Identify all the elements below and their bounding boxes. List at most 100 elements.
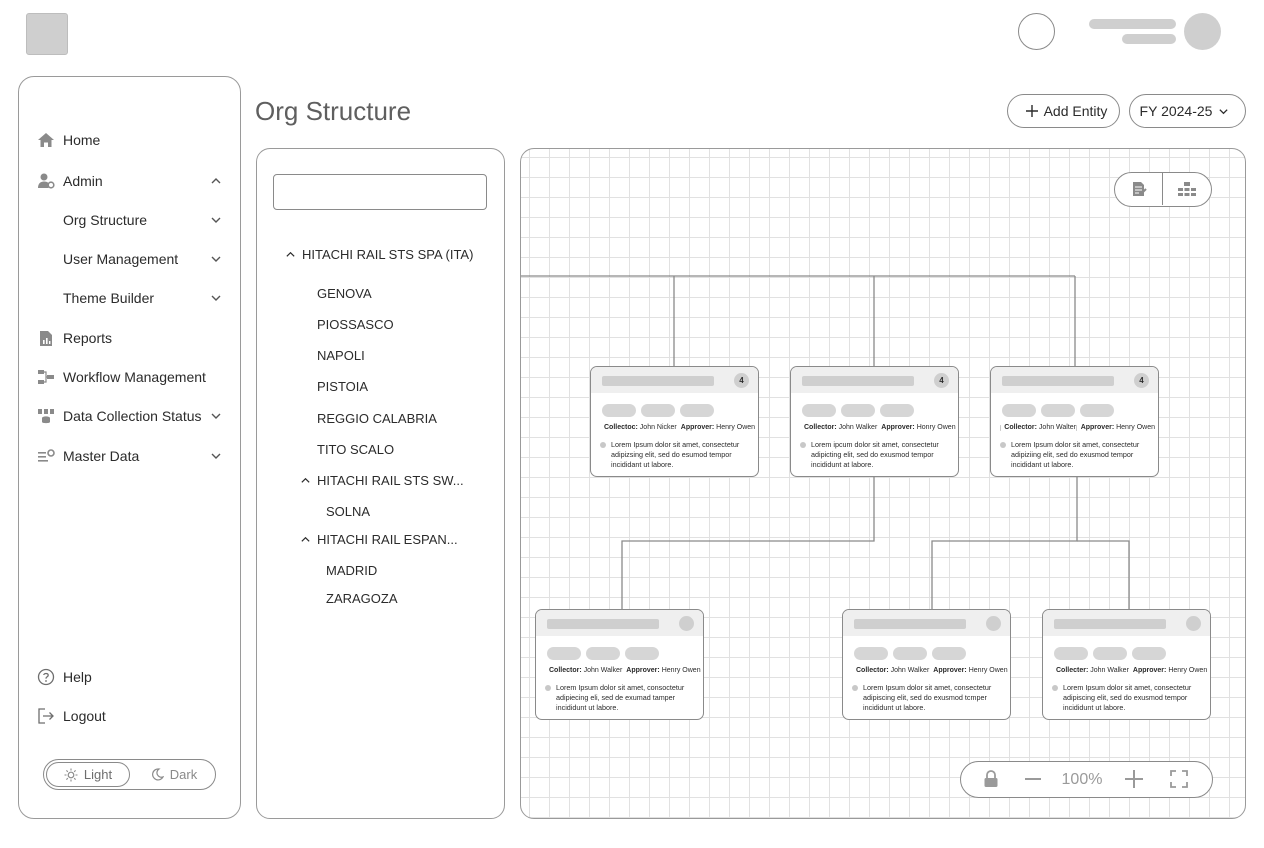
chevron-down-icon: [211, 217, 221, 223]
chevron-up-icon[interactable]: [300, 475, 311, 486]
entity-card[interactable]: Collector: John Walker Approver: Henry O…: [535, 609, 704, 720]
card-description: Lorem Ipsum dolor sit amet, consoctetur …: [556, 683, 685, 712]
collector-name: John Walker: [583, 667, 623, 674]
tree-node[interactable]: MADRID: [326, 563, 377, 578]
tree-node[interactable]: REGGIO CALABRIA: [317, 411, 437, 426]
tree-node-label: HITACHI RAIL ESPAN...: [317, 532, 458, 547]
theme-light-option[interactable]: Light: [46, 762, 130, 787]
card-description: Lorem Ipsum dolor sit amet, consectetur …: [1063, 683, 1192, 712]
chevron-up-icon[interactable]: [285, 249, 296, 260]
tag-chip: [602, 404, 636, 417]
chevron-down-icon: [211, 453, 221, 459]
tree-node[interactable]: ZARAGOZA: [326, 591, 398, 606]
avatar[interactable]: [1184, 13, 1221, 50]
sidebar-item-data-collection-status[interactable]: Data Collection Status: [19, 401, 240, 431]
add-entity-button[interactable]: Add Entity: [1007, 94, 1120, 128]
logout-link[interactable]: Logout: [19, 701, 240, 731]
notes-icon: [1132, 182, 1147, 196]
zoom-out-button[interactable]: [1021, 768, 1045, 790]
sidebar-item-theme-builder[interactable]: Theme Builder: [19, 283, 240, 313]
fullscreen-button[interactable]: [1167, 768, 1191, 790]
child-count-badge: [1186, 616, 1201, 631]
sidebar-item-user-management[interactable]: User Management: [19, 244, 240, 274]
entity-card[interactable]: 4 Collector: John Walter Approver: Henry…: [990, 366, 1159, 477]
approver-label: Approver:: [1080, 424, 1115, 431]
sidebar-item-label: Workflow Management: [63, 369, 206, 385]
tree-node-label: ZARAGOZA: [326, 591, 398, 606]
sidebar-item-workflow-management[interactable]: Workflow Management: [19, 362, 240, 392]
approver-label: Approver:: [933, 667, 967, 674]
entity-card[interactable]: Collector: John Walker Approver: Henry O…: [842, 609, 1011, 720]
logout-icon: [37, 707, 55, 725]
workflow-icon: [37, 368, 55, 386]
collector-name: John Walker: [1090, 667, 1129, 674]
tag-chip: [880, 404, 914, 417]
theme-dark-option[interactable]: Dark: [144, 762, 204, 787]
sidebar-item-label: Admin: [63, 173, 103, 189]
tree-node[interactable]: SOLNA: [326, 504, 370, 519]
sidebar-item-org-structure[interactable]: Org Structure: [19, 205, 240, 235]
sidebar-item-admin[interactable]: Admin: [19, 166, 240, 196]
bullet-icon: [1000, 442, 1006, 448]
help-icon: [37, 668, 55, 686]
tree-node[interactable]: PISTOIA: [317, 379, 368, 394]
sidebar-item-label: Data Collection Status: [63, 408, 202, 424]
tree-node-label: HITACHI RAIL STS SW...: [317, 473, 464, 488]
lock-button[interactable]: [979, 768, 1003, 790]
collector-label: Collector:: [549, 667, 582, 674]
collector-label: Collector:: [856, 667, 889, 674]
tree-node[interactable]: GENOVA: [317, 286, 372, 301]
entity-card[interactable]: Collecter: John Walker Approver: Henry O…: [1042, 609, 1211, 720]
zoom-in-button[interactable]: [1122, 768, 1146, 790]
entity-card[interactable]: 4 Collector: John Walker Approver: Honry…: [790, 366, 959, 477]
card-title-placeholder: [802, 376, 914, 386]
card-title-placeholder: [854, 619, 966, 629]
view-notes-button[interactable]: [1115, 173, 1163, 205]
tree-node[interactable]: PIOSSASCO: [317, 317, 394, 332]
sidebar-item-reports[interactable]: Reports: [19, 323, 240, 353]
card-title-placeholder: [1002, 376, 1114, 386]
chevron-down-icon: [1219, 108, 1229, 114]
help-link[interactable]: Help: [19, 662, 240, 692]
chevron-up-icon[interactable]: [300, 534, 311, 545]
collector-name: John Walker: [890, 667, 930, 674]
fiscal-year-select[interactable]: FY 2024-25: [1129, 94, 1246, 128]
card-description: Lorem Ipsum dolor sit amet, consectetur …: [611, 440, 740, 469]
card-people: Collector: John Walker Approver: Henry O…: [852, 667, 1008, 674]
tree-node[interactable]: TITO SCALO: [317, 442, 394, 457]
tree-node[interactable]: HITACHI RAIL ESPAN...: [300, 532, 458, 547]
entity-card[interactable]: 4 Collectoc: John Nicker Approver: Henry…: [590, 366, 759, 477]
org-chart-canvas[interactable]: 4 Collectoc: John Nicker Approver: Henry…: [520, 148, 1246, 819]
tag-chip: [680, 404, 714, 417]
tree-search-input[interactable]: [273, 174, 487, 210]
theme-light-label: Light: [83, 767, 113, 782]
minus-icon: [1025, 778, 1041, 780]
sidebar-item-label: Org Structure: [63, 212, 148, 228]
tag-chip: [932, 647, 966, 660]
tree-node[interactable]: HITACHI RAIL STS SPA (ITA): [285, 247, 473, 262]
card-description: Lorem Ipsum dolor sit amet, consectetur …: [1011, 440, 1140, 469]
tag-chip: [1080, 404, 1114, 417]
lock-icon: [984, 770, 998, 787]
notification-button[interactable]: [1018, 13, 1055, 50]
card-people: Collector: John Walker Approver: Honry O…: [800, 424, 956, 431]
view-toggle: [1114, 172, 1212, 207]
view-hierarchy-button[interactable]: [1163, 173, 1211, 205]
tree-node[interactable]: HITACHI RAIL STS SW...: [300, 473, 464, 488]
sidebar-item-home[interactable]: Home: [19, 125, 240, 155]
card-title-placeholder: [547, 619, 659, 629]
card-description: Lorem ipcum dolor sit amet, consectetur …: [811, 440, 939, 469]
tree-node[interactable]: NAPOLI: [317, 348, 365, 363]
approver-label: Approver:: [626, 667, 660, 674]
collector-label: Collecter:: [1056, 667, 1089, 674]
theme-dark-label: Dark: [169, 767, 198, 782]
tree-node-label: TITO SCALO: [317, 442, 395, 457]
sidebar-item-label: Theme Builder: [63, 290, 155, 306]
data-collection-icon: [37, 407, 55, 425]
approver-label: Approver:: [680, 424, 715, 431]
bullet-icon: [545, 685, 551, 691]
sidebar-item-master-data[interactable]: Master Data: [19, 441, 240, 471]
bullet-icon: [800, 442, 806, 448]
user-role-placeholder: [1122, 34, 1176, 44]
master-data-icon: [37, 447, 55, 465]
